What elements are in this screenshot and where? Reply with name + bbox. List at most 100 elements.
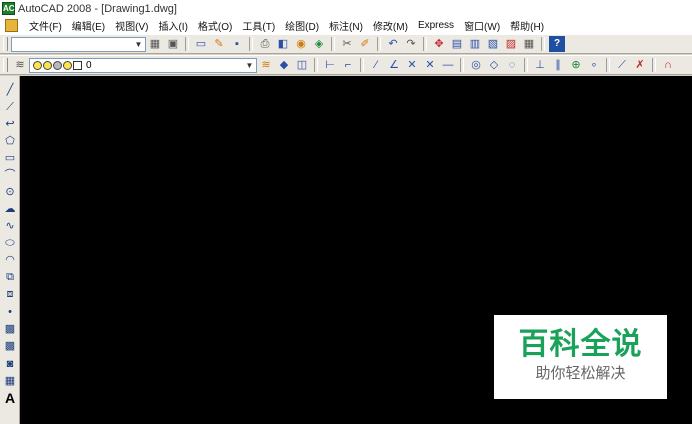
toolbar-separator <box>423 37 427 51</box>
table-icon[interactable]: ▦ <box>2 373 18 389</box>
open-icon[interactable]: ✎ <box>211 36 227 52</box>
insert-snap-icon[interactable]: ⊕ <box>568 57 584 73</box>
center-snap-icon[interactable]: ◎ <box>468 57 484 73</box>
autocad-app-icon[interactable]: AC <box>2 2 15 15</box>
construction-line-icon[interactable]: ⟋ <box>2 99 18 115</box>
ordinate-dim-icon[interactable]: ⌐ <box>340 57 356 73</box>
cut-icon[interactable]: ✂ <box>339 36 355 52</box>
line-icon[interactable]: ╱ <box>2 82 18 98</box>
toolbar-grip[interactable] <box>3 37 8 51</box>
chevron-down-icon[interactable]: ▼ <box>133 39 144 50</box>
toolbar-separator <box>314 58 318 72</box>
undo-icon[interactable]: ↶ <box>385 36 401 52</box>
linear-dim-icon[interactable]: ⊢ <box>322 57 338 73</box>
toolbar-separator <box>606 58 610 72</box>
workspace-settings-icon[interactable]: ▦ <box>147 36 163 52</box>
redo-icon[interactable]: ↷ <box>403 36 419 52</box>
snap-none-icon[interactable]: ✗ <box>632 57 648 73</box>
arc-icon[interactable]: ⌒ <box>2 167 18 183</box>
design-center-icon[interactable]: ▥ <box>467 36 483 52</box>
menu-modify[interactable]: 修改(M) <box>368 18 413 33</box>
3d-dwf-icon[interactable]: ◈ <box>311 36 327 52</box>
watermark: 百科全说 助你轻松解决 <box>494 315 667 399</box>
layer-states-icon[interactable]: ◫ <box>294 57 310 73</box>
tangent-snap-icon[interactable]: ✕ <box>404 57 420 73</box>
window-title: AutoCAD 2008 - [Drawing1.dwg] <box>18 2 177 15</box>
publish-icon[interactable]: ◉ <box>293 36 309 52</box>
node-snap-icon[interactable]: ∘ <box>586 57 602 73</box>
osnap-settings-icon[interactable]: ∩ <box>660 57 676 73</box>
menu-view[interactable]: 视图(V) <box>110 18 153 33</box>
spline-icon[interactable]: ∿ <box>2 218 18 234</box>
document-icon[interactable] <box>5 19 18 32</box>
layer-combo[interactable]: 0 ▼ <box>29 57 257 73</box>
toolbar-separator <box>185 37 189 51</box>
nearest-snap-icon[interactable]: ⟋ <box>614 57 630 73</box>
polyline-icon[interactable]: ↩ <box>2 116 18 132</box>
menu-tools[interactable]: 工具(T) <box>237 18 280 33</box>
region-icon[interactable]: ◙ <box>2 356 18 372</box>
menu-express[interactable]: Express <box>413 20 459 31</box>
pan-icon[interactable]: ✥ <box>431 36 447 52</box>
extension-snap-icon[interactable]: — <box>440 57 456 73</box>
toolbar-separator <box>331 37 335 51</box>
my-workspace-icon[interactable]: ▣ <box>165 36 181 52</box>
sun-icon <box>43 60 52 70</box>
make-block-icon[interactable]: ⧈ <box>2 286 18 302</box>
make-layer-current-icon[interactable]: ≋ <box>258 57 274 73</box>
layer-manager-icon[interactable]: ≋ <box>12 57 28 73</box>
parallel-snap-icon[interactable]: ∥ <box>550 57 566 73</box>
plot-preview-icon[interactable]: ◧ <box>275 36 291 52</box>
menu-edit[interactable]: 编辑(E) <box>67 18 110 33</box>
toolbar-separator <box>377 37 381 51</box>
menu-format[interactable]: 格式(O) <box>193 18 237 33</box>
toolbar-separator <box>249 37 253 51</box>
hatch-icon[interactable]: ▩ <box>2 321 18 337</box>
toolbar-separator <box>652 58 656 72</box>
polygon-icon[interactable]: ⬠ <box>2 133 18 149</box>
multiline-text-icon[interactable]: A <box>2 390 18 406</box>
quadrant-snap-icon[interactable]: ◇ <box>486 57 502 73</box>
color-swatch-icon <box>73 60 82 70</box>
layers-toolbar: ≋ 0 ▼ ≋ ◆ ◫ ⊢ ⌐ ⁄ ∠ ✕ ✕ — ◎ ◇ ◌ ⊥ ∥ ⊕ ∘ … <box>0 55 692 75</box>
calculator-icon[interactable]: ▦ <box>521 36 537 52</box>
tool-palettes-icon[interactable]: ▧ <box>485 36 501 52</box>
draw-toolbar: ╱ ⟋ ↩ ⬠ ▭ ⌒ ⊙ ☁ ∿ ⬭ ◠ ⧉ ⧈ • ▩ ▩ ◙ ▦ A <box>0 76 20 424</box>
perpendicular-snap-icon[interactable]: ⊥ <box>532 57 548 73</box>
save-icon[interactable]: ▪ <box>229 36 245 52</box>
circle-icon[interactable]: ⊙ <box>2 184 18 200</box>
chevron-down-icon[interactable]: ▼ <box>244 60 255 71</box>
sheet-set-icon[interactable]: ▨ <box>503 36 519 52</box>
menu-file[interactable]: 文件(F) <box>24 18 67 33</box>
gradient-icon[interactable]: ▩ <box>2 338 18 354</box>
menu-window[interactable]: 窗口(W) <box>459 18 505 33</box>
point-icon[interactable]: • <box>2 304 18 320</box>
help-icon[interactable]: ? <box>549 36 565 52</box>
properties-icon[interactable]: ▤ <box>449 36 465 52</box>
layer-value: 0 <box>86 59 92 71</box>
standard-toolbar: ▼ ▦ ▣ ▭ ✎ ▪ ⎙ ◧ ◉ ◈ ✂ ✐ ↶ ↷ ✥ ▤ ▥ ▧ ▨ ▦ … <box>0 34 692 54</box>
ellipse-arc-icon[interactable]: ◠ <box>2 252 18 268</box>
ellipse-icon[interactable]: ⬭ <box>2 235 18 251</box>
aligned-dim-icon[interactable]: ⁄ <box>368 57 384 73</box>
toolbar-grip[interactable] <box>3 58 8 72</box>
rectangle-icon[interactable]: ▭ <box>2 150 18 166</box>
match-properties-icon[interactable]: ✐ <box>357 36 373 52</box>
lock-icon <box>63 60 72 70</box>
tangent-circle-icon[interactable]: ◌ <box>504 57 520 73</box>
revision-cloud-icon[interactable]: ☁ <box>2 201 18 217</box>
menu-help[interactable]: 帮助(H) <box>505 18 549 33</box>
menu-insert[interactable]: 插入(I) <box>153 18 192 33</box>
toolbar-separator <box>541 37 545 51</box>
toolbar-separator <box>524 58 528 72</box>
menu-draw[interactable]: 绘图(D) <box>280 18 324 33</box>
layer-previous-icon[interactable]: ◆ <box>276 57 292 73</box>
intersection-snap-icon[interactable]: ✕ <box>422 57 438 73</box>
plot-icon[interactable]: ⎙ <box>257 36 273 52</box>
new-icon[interactable]: ▭ <box>193 36 209 52</box>
angular-dim-icon[interactable]: ∠ <box>386 57 402 73</box>
workspace-combo[interactable]: ▼ <box>11 36 146 52</box>
menu-bar: 文件(F) 编辑(E) 视图(V) 插入(I) 格式(O) 工具(T) 绘图(D… <box>0 17 692 34</box>
menu-dimension[interactable]: 标注(N) <box>324 18 368 33</box>
insert-block-icon[interactable]: ⧉ <box>2 269 18 285</box>
